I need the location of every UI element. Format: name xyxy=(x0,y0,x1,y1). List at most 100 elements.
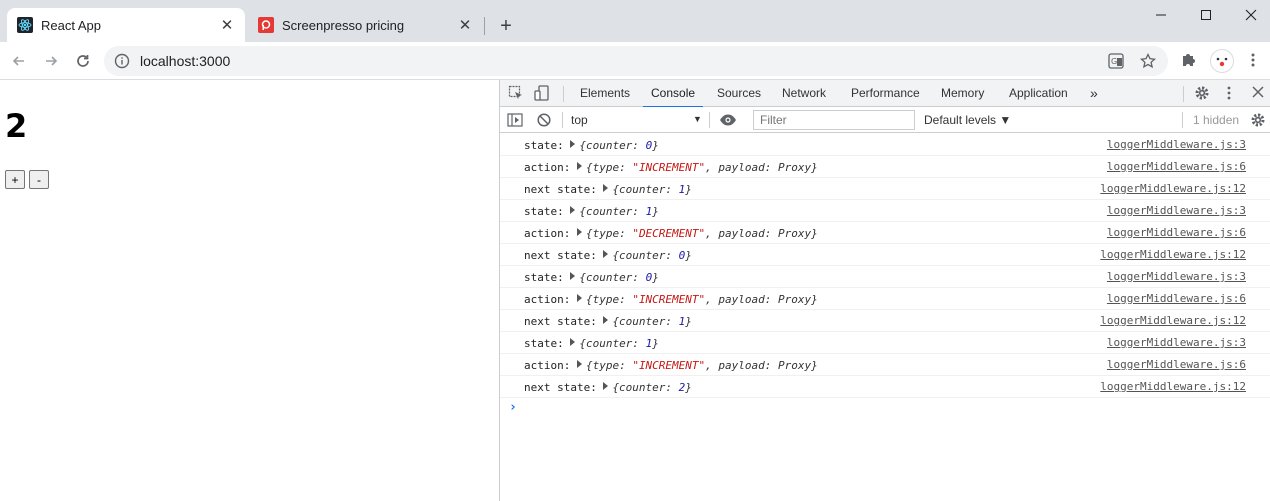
source-link[interactable]: loggerMiddleware.js:6 xyxy=(1107,292,1246,305)
expand-object-icon[interactable] xyxy=(570,140,576,148)
back-button[interactable] xyxy=(6,48,32,74)
object-preview[interactable]: {type: "INCREMENT", payload: Proxy} xyxy=(586,359,818,372)
console-filter-input[interactable] xyxy=(753,110,915,130)
decrement-button[interactable]: - xyxy=(29,170,49,189)
live-expression-eye-icon[interactable] xyxy=(719,112,737,128)
expand-object-icon[interactable] xyxy=(603,250,609,258)
forward-button[interactable] xyxy=(38,48,64,74)
quote: " xyxy=(632,359,639,372)
tab-sources[interactable]: Sources xyxy=(715,80,763,107)
source-link[interactable]: loggerMiddleware.js:3 xyxy=(1107,270,1246,283)
object-preview[interactable]: {type: "INCREMENT", payload: Proxy} xyxy=(586,161,818,174)
settings-gear-icon[interactable] xyxy=(1194,85,1210,101)
action-type-string: INCREMENT xyxy=(638,161,699,174)
console-message: next state: {counter: 0} loggerMiddleware.… xyxy=(500,244,1270,266)
close-tab-icon[interactable]: ✕ xyxy=(217,15,237,35)
log-label: next state: xyxy=(524,315,597,328)
object-preview[interactable]: {type: "DECREMENT", payload: Proxy} xyxy=(586,227,818,240)
increment-button[interactable]: + xyxy=(5,170,25,189)
console-message: next state: {counter: 1} loggerMiddleware.… xyxy=(500,310,1270,332)
object-preview[interactable]: {counter: 0} xyxy=(579,271,658,284)
tab-application[interactable]: Application xyxy=(1007,80,1070,107)
url-text: localhost:3000 xyxy=(140,53,231,69)
object-prefix: {type: xyxy=(585,227,633,240)
console-filter-bar: top ▼ Default levels ▼ 1 hidden xyxy=(500,107,1270,133)
expand-object-icon[interactable] xyxy=(576,360,582,368)
translate-icon[interactable]: G xyxy=(1108,53,1124,74)
object-preview[interactable]: {counter: 0} xyxy=(579,139,658,152)
separator xyxy=(563,86,564,102)
context-selector[interactable]: top xyxy=(571,113,588,127)
inspect-element-icon[interactable] xyxy=(508,85,524,101)
source-link[interactable]: loggerMiddleware.js:6 xyxy=(1107,226,1246,239)
object-prefix: {counter: xyxy=(579,139,646,152)
object-preview[interactable]: {counter: 1} xyxy=(579,205,658,218)
counter-value: 2 xyxy=(5,107,28,145)
more-tabs-button[interactable]: » xyxy=(1088,80,1100,107)
expand-object-icon[interactable] xyxy=(570,272,576,280)
object-preview[interactable]: {type: "INCREMENT", payload: Proxy} xyxy=(586,293,818,306)
expand-object-icon[interactable] xyxy=(603,184,609,192)
expand-object-icon[interactable] xyxy=(603,316,609,324)
quote: " xyxy=(632,227,639,240)
device-toolbar-icon[interactable] xyxy=(534,85,550,101)
object-preview[interactable]: {counter: 0} xyxy=(612,249,691,262)
source-link[interactable]: loggerMiddleware.js:12 xyxy=(1100,182,1246,195)
context-dropdown-icon[interactable]: ▼ xyxy=(693,114,702,124)
extensions-puzzle-icon[interactable] xyxy=(1180,51,1198,74)
log-label: action: xyxy=(524,359,571,372)
source-link[interactable]: loggerMiddleware.js:12 xyxy=(1100,314,1246,327)
console-settings-gear-icon[interactable] xyxy=(1250,112,1266,128)
expand-object-icon[interactable] xyxy=(570,338,576,346)
separator xyxy=(709,112,710,128)
tab-network[interactable]: Network xyxy=(780,80,828,107)
console-message: state: {counter: 0} loggerMiddleware.js:3 xyxy=(500,266,1270,288)
expand-object-icon[interactable] xyxy=(576,162,582,170)
console-prompt[interactable]: › xyxy=(500,398,1270,420)
avatar[interactable] xyxy=(1210,49,1234,73)
expand-object-icon[interactable] xyxy=(576,228,582,236)
tab-elements[interactable]: Elements xyxy=(578,80,632,107)
close-window-button[interactable] xyxy=(1228,4,1270,26)
minimize-button[interactable] xyxy=(1138,4,1184,26)
object-preview[interactable]: {counter: 1} xyxy=(579,337,658,350)
tab-performance[interactable]: Performance xyxy=(849,80,922,107)
object-preview[interactable]: {counter: 1} xyxy=(612,315,691,328)
tab-memory[interactable]: Memory xyxy=(939,80,986,107)
console-message: state: {counter: 0} loggerMiddleware.js:3 xyxy=(500,134,1270,156)
new-tab-button[interactable]: + xyxy=(494,14,518,38)
object-prefix: {counter: xyxy=(612,249,679,262)
tab-console[interactable]: Console xyxy=(642,80,704,108)
source-link[interactable]: loggerMiddleware.js:12 xyxy=(1100,380,1246,393)
source-link[interactable]: loggerMiddleware.js:6 xyxy=(1107,160,1246,173)
devtools-menu-kebab-icon[interactable] xyxy=(1225,85,1233,101)
expand-object-icon[interactable] xyxy=(570,206,576,214)
address-bar[interactable]: localhost:3000 G xyxy=(104,46,1168,76)
tab-screenpresso-pricing[interactable]: Screenpresso pricing ✕ xyxy=(248,8,483,42)
clear-console-icon[interactable] xyxy=(536,112,552,128)
close-devtools-icon[interactable] xyxy=(1252,86,1264,98)
action-type-string: INCREMENT xyxy=(638,359,699,372)
source-link[interactable]: loggerMiddleware.js:3 xyxy=(1107,336,1246,349)
tab-react-app[interactable]: React App ✕ xyxy=(7,8,245,42)
expand-object-icon[interactable] xyxy=(576,294,582,302)
close-tab-icon[interactable]: ✕ xyxy=(455,15,475,35)
show-sidebar-icon[interactable] xyxy=(507,112,523,128)
reload-button[interactable] xyxy=(70,48,96,74)
action-type-string: DECREMENT xyxy=(638,227,699,240)
maximize-button[interactable] xyxy=(1183,4,1229,26)
log-label: action: xyxy=(524,227,571,240)
object-preview[interactable]: {counter: 1} xyxy=(612,183,691,196)
source-link[interactable]: loggerMiddleware.js:12 xyxy=(1100,248,1246,261)
object-prefix: {type: xyxy=(585,161,633,174)
log-levels-dropdown[interactable]: Default levels ▼ xyxy=(924,113,1011,127)
info-icon[interactable] xyxy=(114,53,130,74)
bookmark-star-icon[interactable] xyxy=(1140,52,1156,74)
source-link[interactable]: loggerMiddleware.js:6 xyxy=(1107,358,1246,371)
object-prefix: {type: xyxy=(585,359,633,372)
menu-kebab-icon[interactable] xyxy=(1247,52,1259,73)
source-link[interactable]: loggerMiddleware.js:3 xyxy=(1107,138,1246,151)
expand-object-icon[interactable] xyxy=(603,382,609,390)
object-preview[interactable]: {counter: 2} xyxy=(612,381,691,394)
source-link[interactable]: loggerMiddleware.js:3 xyxy=(1107,204,1246,217)
